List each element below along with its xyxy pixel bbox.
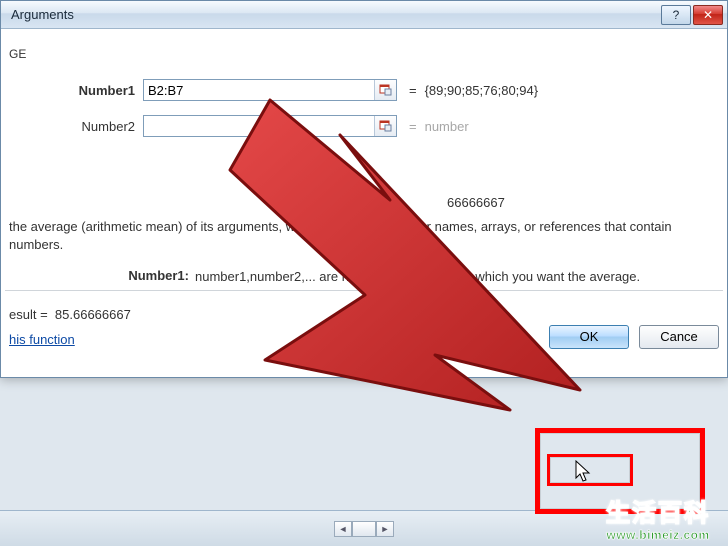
collapse-dialog-icon [379,119,393,133]
function-arguments-dialog: Arguments ? ✕ GE Number1 [0,0,728,378]
intermediate-result: 66666667 [447,195,719,210]
argument-preview: ={89;90;85;76;80;94} [409,83,538,98]
highlight-outer [535,428,705,514]
help-link[interactable]: his function [9,332,75,347]
number1-input[interactable] [144,80,374,100]
scroll-right-icon[interactable]: ► [376,521,394,537]
highlight-inner [547,454,633,486]
scroll-track[interactable] [352,521,376,537]
cursor-icon [575,460,595,486]
scroll-left-icon[interactable]: ◄ [334,521,352,537]
help-icon: ? [673,8,680,22]
argument-label: Number2 [5,119,143,134]
ok-button[interactable]: OK [549,325,629,349]
dialog-titlebar[interactable]: Arguments ? ✕ [1,1,727,29]
status-strip: ◄ ► [0,510,728,546]
formula-result: esult = 85.66666667 [9,307,549,322]
function-description: the average (arithmetic mean) of its arg… [9,218,719,254]
collapse-dialog-icon [379,83,393,97]
number2-input[interactable] [144,116,374,136]
range-selector-button[interactable] [374,80,396,100]
close-button[interactable]: ✕ [693,5,723,25]
help-button[interactable]: ? [661,5,691,25]
range-selector-button[interactable] [374,116,396,136]
argument-row: Number2 =number [5,111,723,141]
argument-help-text: number1,number2,... are numeric argument… [195,268,719,286]
dialog-title: Arguments [11,7,661,22]
argument-row: Number1 ={89;90;85;76;80;94} [5,75,723,105]
cancel-button[interactable]: Cance [639,325,719,349]
function-name: GE [9,47,723,61]
close-icon: ✕ [703,8,713,22]
argument-input-wrapper [143,79,397,101]
argument-input-wrapper [143,115,397,137]
argument-help-label: Number1: [9,268,195,286]
argument-label: Number1 [5,83,143,98]
argument-preview: =number [409,119,469,134]
